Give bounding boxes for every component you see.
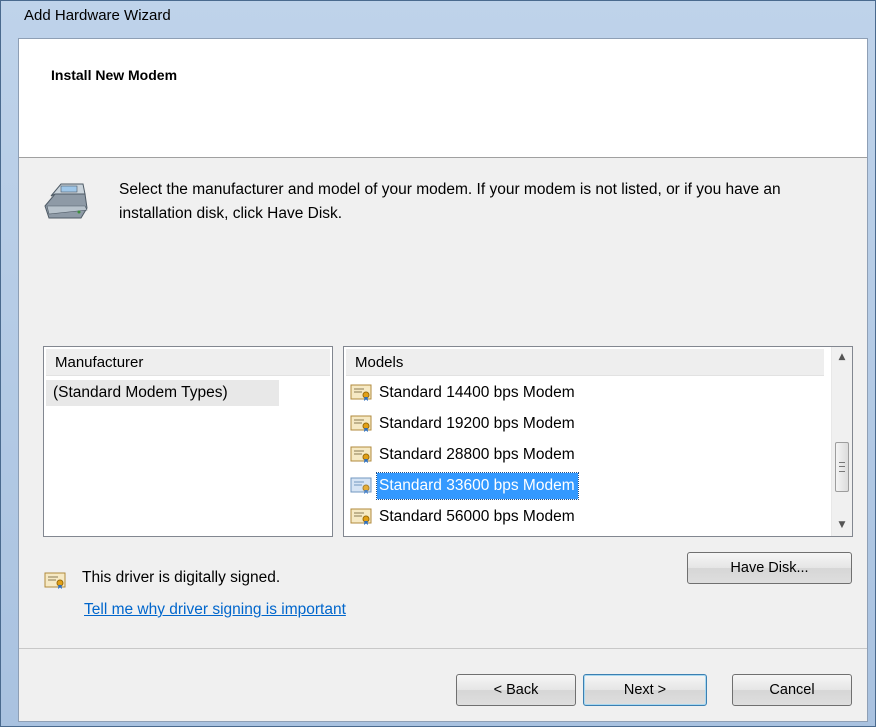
page-title: Install New Modem	[51, 67, 178, 83]
list-item[interactable]: Standard 19200 bps Modem	[346, 409, 826, 437]
scroll-thumb[interactable]	[835, 442, 849, 492]
modem-icon	[44, 183, 88, 219]
manufacturer-column-header[interactable]: Manufacturer	[46, 349, 330, 376]
wizard-header: Install New Modem	[19, 39, 867, 158]
certificate-icon	[350, 415, 372, 432]
certificate-icon	[44, 572, 66, 589]
wizard-window: Add Hardware Wizard Install New Modem Se…	[0, 0, 876, 727]
wizard-content: Install New Modem Select the manufacture…	[18, 38, 868, 722]
signing-status: This driver is digitally signed.	[82, 569, 281, 586]
certificate-icon	[350, 384, 372, 401]
manufacturer-list[interactable]: Manufacturer (Standard Modem Types)	[43, 346, 333, 537]
instruction-text: Select the manufacturer and model of you…	[119, 181, 781, 222]
list-item[interactable]: Standard 56000 bps Modem	[346, 502, 826, 530]
models-list[interactable]: Models Standard 14400 bps Modem Standard…	[343, 346, 853, 537]
model-label: Standard 19200 bps Modem	[379, 415, 575, 432]
title-bar[interactable]: Add Hardware Wizard	[1, 1, 875, 31]
window-title: Add Hardware Wizard	[24, 7, 171, 24]
model-label: Standard 56000 bps Modem	[379, 508, 575, 525]
back-button[interactable]: < Back	[456, 674, 576, 706]
certificate-icon	[350, 477, 372, 494]
list-item[interactable]: Standard 28800 bps Modem	[346, 440, 826, 468]
have-disk-button[interactable]: Have Disk...	[687, 552, 852, 584]
model-label: Standard 14400 bps Modem	[379, 384, 575, 401]
model-label: Standard 28800 bps Modem	[379, 446, 575, 463]
scroll-up-icon[interactable]: ▲	[832, 347, 852, 367]
certificate-icon	[350, 446, 372, 463]
next-button[interactable]: Next >	[583, 674, 707, 706]
driver-signing-link[interactable]: Tell me why driver signing is important	[84, 601, 346, 619]
models-column-header[interactable]: Models	[346, 349, 824, 376]
list-item-selected[interactable]: Standard 33600 bps Modem	[346, 471, 826, 500]
models-scrollbar[interactable]: ▲ ▼	[831, 347, 852, 536]
model-label: Standard 33600 bps Modem	[376, 472, 579, 500]
footer-divider	[19, 648, 867, 649]
certificate-icon	[350, 508, 372, 525]
scroll-down-icon[interactable]: ▼	[832, 515, 852, 535]
manufacturer-item[interactable]: (Standard Modem Types)	[46, 380, 279, 406]
cancel-button[interactable]: Cancel	[732, 674, 852, 706]
list-item[interactable]: Standard 14400 bps Modem	[346, 378, 826, 406]
